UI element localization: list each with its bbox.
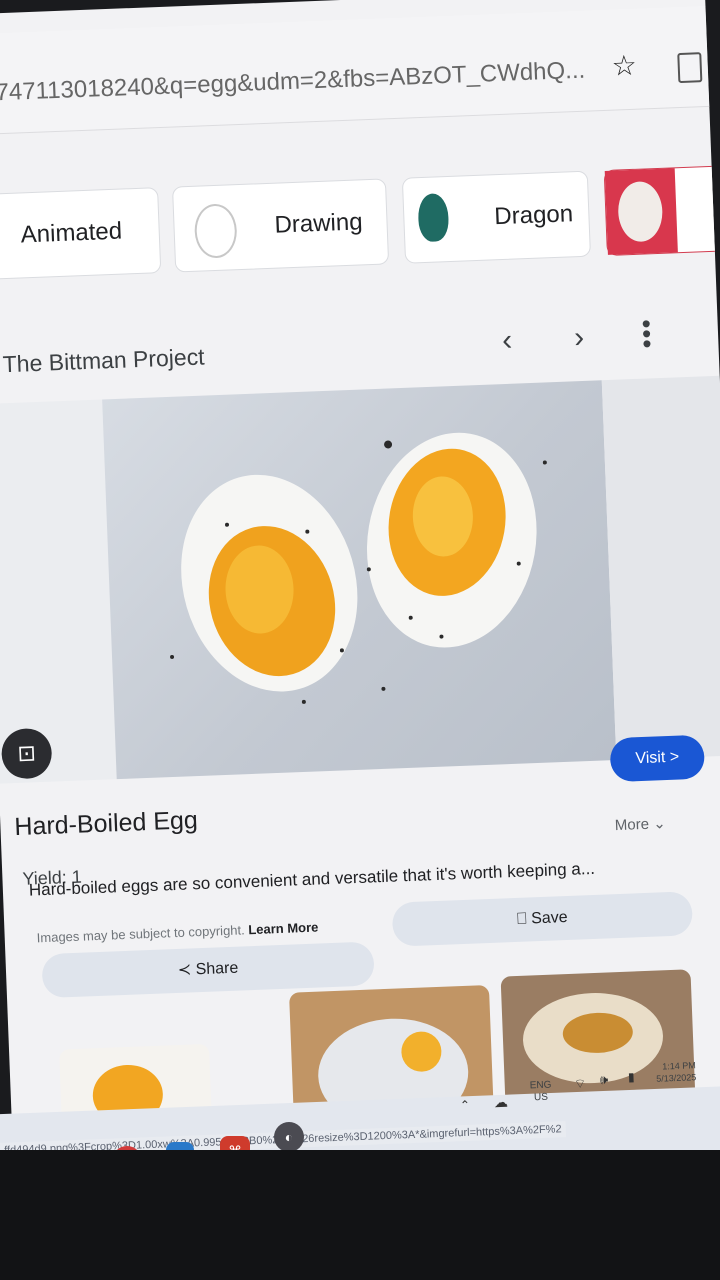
language-indicator[interactable]: ENG US (530, 1080, 553, 1105)
extensions-icon[interactable] (677, 52, 703, 84)
chip-label: Drawing (274, 208, 364, 239)
image-title[interactable]: Hard-Boiled Egg (14, 806, 198, 842)
chevron-down-icon: ⌄ (652, 815, 667, 833)
chip-next[interactable] (603, 165, 720, 256)
boiled-egg-image (170, 432, 547, 704)
visit-button[interactable]: Visit > (609, 734, 706, 783)
save-label: Save (530, 908, 568, 928)
more-vertical-icon[interactable]: • • • (641, 308, 652, 358)
wifi-icon[interactable]: ⌔ (574, 1076, 587, 1092)
language-code: ENG (529, 1079, 552, 1092)
camera-lens-icon: ⊡ (16, 740, 37, 766)
clock-date: 5/13/2025 (656, 1072, 697, 1084)
chip-dragon[interactable]: Dragon (401, 170, 591, 264)
source-name[interactable]: The Bittman Project (2, 343, 205, 378)
copyright-notice: Images may be subject to copyright. Lear… (36, 920, 318, 946)
related-chips: Animated Drawing Dragon (0, 165, 720, 284)
chip-label: Animated (20, 217, 123, 249)
battery-icon[interactable]: ▮ (628, 1070, 635, 1084)
chip-animated[interactable]: Animated (0, 187, 162, 282)
preview-margin-left (0, 399, 117, 784)
chip-label: Dragon (493, 200, 574, 231)
bookmark-icon: ⎕ (516, 910, 528, 928)
bookmark-star-icon[interactable]: ☆ (611, 49, 637, 83)
more-link[interactable]: More ⌄ (614, 814, 667, 835)
cloud-icon[interactable]: ☁ (494, 1094, 509, 1112)
more-label: More (614, 815, 650, 835)
monitor-bezel (0, 1150, 720, 1280)
browser-app-icon[interactable]: ◐ (274, 1122, 304, 1152)
chevron-up-icon[interactable]: ⌃ (460, 1098, 471, 1112)
browser-screen: 1747113018240&q=egg&udm=2&fbs=ABzOT_CWdh… (0, 0, 720, 1194)
copyright-text: Images may be subject to copyright. (36, 922, 245, 946)
chevron-left-icon[interactable]: ‹ (502, 324, 513, 358)
egg-drawing-thumb (193, 203, 238, 259)
chevron-right-icon[interactable]: › (573, 321, 584, 355)
volume-icon[interactable]: 🕪 (600, 1072, 609, 1088)
share-label: Share (195, 959, 239, 979)
learn-more-link[interactable]: Learn More (248, 920, 319, 938)
preview-margin-right (601, 375, 720, 760)
chip-drawing[interactable]: Drawing (171, 178, 390, 273)
url-text[interactable]: 1747113018240&q=egg&udm=2&fbs=ABzOT_CWdh… (0, 57, 586, 108)
dragon-egg-thumb (417, 193, 450, 243)
region-code: US (533, 1091, 549, 1104)
share-icon: ≺ (177, 961, 192, 979)
preview-image[interactable] (102, 380, 617, 780)
description-text: Hard-boiled eggs are so convenient and v… (28, 858, 596, 900)
save-button[interactable]: ⎕ Save (391, 891, 694, 947)
address-bar[interactable]: 1747113018240&q=egg&udm=2&fbs=ABzOT_CWdh… (0, 5, 710, 136)
clock[interactable]: 1:14 PM 5/13/2025 (656, 1059, 697, 1085)
